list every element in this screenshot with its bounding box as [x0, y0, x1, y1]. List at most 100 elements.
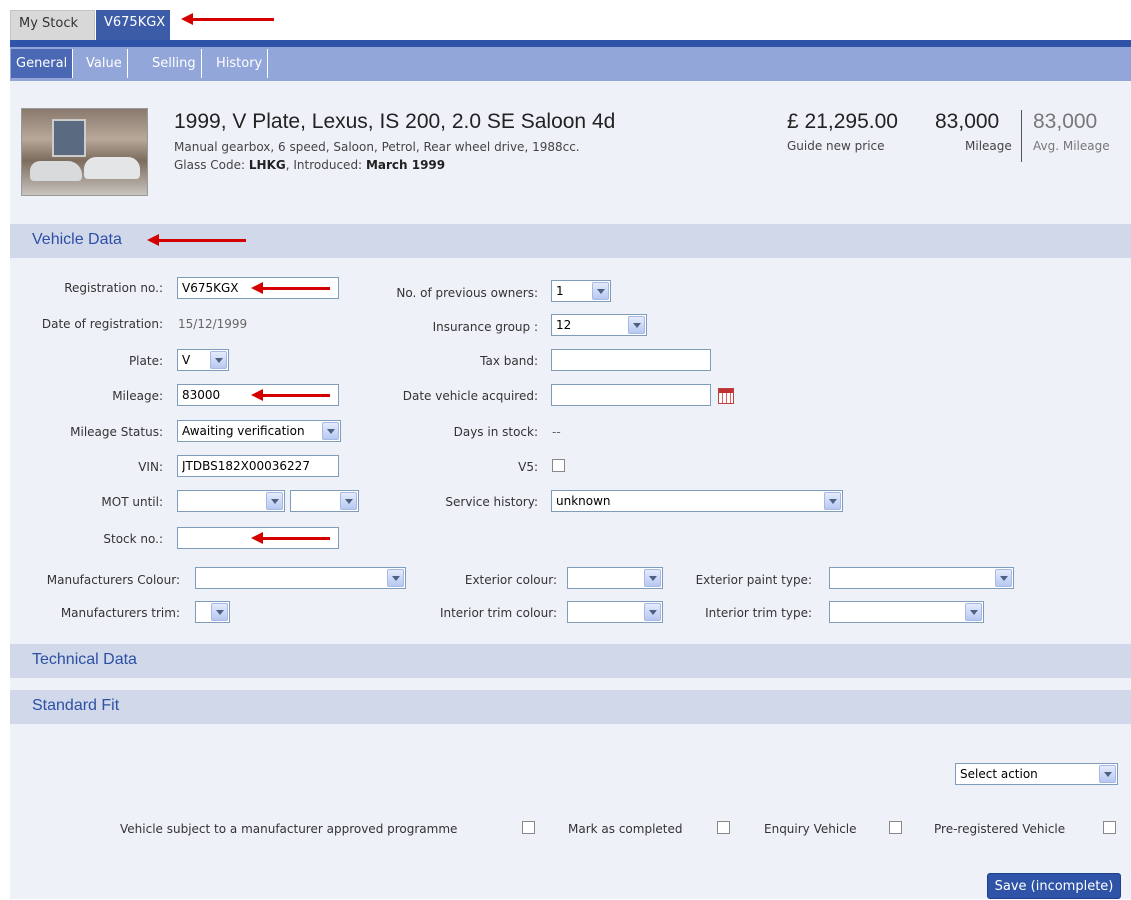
- insurance-label: Insurance group :: [432, 320, 538, 334]
- int-trim-type-select[interactable]: [829, 601, 984, 623]
- mileage-status-select[interactable]: Awaiting verification: [177, 420, 341, 442]
- annotation-arrow: [251, 282, 330, 294]
- v5-checkbox[interactable]: [552, 459, 565, 472]
- enquiry-vehicle-label: Enquiry Vehicle: [764, 822, 857, 836]
- introduced-label: , Introduced:: [285, 158, 363, 172]
- section-standard-fit[interactable]: Standard Fit: [10, 690, 1131, 724]
- date-registration-label: Date of registration:: [41, 317, 163, 331]
- avg-mileage-value: 83,000: [1033, 110, 1098, 133]
- insurance-value: 12: [556, 318, 572, 332]
- insurance-select[interactable]: 12: [551, 314, 647, 336]
- avg-mileage-label: Avg. Mileage: [1033, 139, 1110, 153]
- chevron-down-icon: [266, 492, 283, 510]
- glass-code-line: Glass Code: LHKG, Introduced: March 1999: [174, 158, 445, 172]
- mark-completed-checkbox[interactable]: [717, 821, 730, 834]
- tax-band-input[interactable]: [551, 349, 711, 371]
- prev-owners-label: No. of previous owners:: [396, 286, 538, 300]
- mileage-status-value: Awaiting verification: [182, 424, 305, 438]
- section-technical-data[interactable]: Technical Data: [10, 644, 1131, 678]
- chevron-down-icon: [824, 492, 841, 510]
- subtab-history[interactable]: History: [211, 49, 269, 78]
- date-registration-value: 15/12/1999: [178, 317, 248, 331]
- chevron-down-icon: [644, 603, 661, 621]
- subtab-selling[interactable]: Selling: [147, 49, 202, 78]
- vehicle-photo: [21, 108, 148, 196]
- ext-paint-label: Exterior paint type:: [695, 573, 812, 587]
- mark-completed-label: Mark as completed: [568, 822, 683, 836]
- chevron-down-icon: [387, 569, 404, 587]
- annotation-arrow: [251, 389, 330, 401]
- section-title: Vehicle Data: [32, 231, 122, 248]
- days-stock-value: --: [552, 425, 561, 439]
- subtab-general[interactable]: General: [11, 49, 74, 78]
- chevron-down-icon: [340, 492, 357, 510]
- int-trim-type-label: Interior trim type:: [705, 606, 812, 620]
- ext-colour-select[interactable]: [567, 567, 663, 589]
- tax-band-label: Tax band:: [480, 354, 538, 368]
- int-trim-colour-select[interactable]: [567, 601, 663, 623]
- prev-owners-value: 1: [556, 284, 564, 298]
- service-history-value: unknown: [556, 494, 611, 508]
- select-action-dropdown[interactable]: Select action: [955, 763, 1118, 785]
- top-bar: [10, 40, 1131, 47]
- int-trim-colour-label: Interior trim colour:: [439, 606, 557, 620]
- annotation-arrow: [251, 532, 330, 544]
- chevron-down-icon: [592, 282, 609, 300]
- annotation-arrow: [147, 234, 246, 246]
- guide-price: £ 21,295.00: [787, 110, 898, 133]
- tab-vehicle[interactable]: V675KGX: [96, 10, 170, 40]
- section-title: Standard Fit: [32, 697, 120, 714]
- vin-label: VIN:: [138, 460, 163, 474]
- mot-year-select[interactable]: [290, 490, 359, 512]
- mileage-status-label: Mileage Status:: [70, 425, 163, 439]
- v5-label: V5:: [518, 460, 538, 474]
- save-button[interactable]: Save (incomplete): [987, 873, 1121, 899]
- plate-value: V: [182, 353, 191, 367]
- chevron-down-icon: [210, 351, 227, 369]
- vehicle-description: Manual gearbox, 6 speed, Saloon, Petrol,…: [174, 140, 580, 154]
- chevron-down-icon: [628, 316, 645, 334]
- service-history-select[interactable]: unknown: [551, 490, 843, 512]
- tab-my-stock[interactable]: My Stock: [10, 10, 95, 40]
- vin-input[interactable]: [177, 455, 339, 477]
- ext-paint-select[interactable]: [829, 567, 1014, 589]
- registration-label: Registration no.:: [64, 281, 163, 295]
- annotation-arrow: [181, 13, 274, 25]
- days-stock-label: Days in stock:: [453, 425, 538, 439]
- date-acquired-input[interactable]: [551, 384, 711, 406]
- mot-month-select[interactable]: [177, 490, 285, 512]
- divider: [1021, 110, 1022, 162]
- vehicle-title: 1999, V Plate, Lexus, IS 200, 2.0 SE Sal…: [174, 110, 616, 133]
- calendar-icon[interactable]: [718, 388, 734, 404]
- chevron-down-icon: [322, 422, 339, 440]
- introduced-date: March 1999: [365, 158, 446, 172]
- approved-programme-checkbox[interactable]: [522, 821, 535, 834]
- glass-code: LHKG: [248, 158, 286, 172]
- guide-price-label: Guide new price: [787, 139, 885, 153]
- mot-label: MOT until:: [101, 495, 163, 509]
- mfr-trim-select[interactable]: [195, 601, 230, 623]
- pre-registered-label: Pre-registered Vehicle: [934, 822, 1066, 836]
- chevron-down-icon: [1099, 765, 1116, 783]
- chevron-down-icon: [965, 603, 982, 621]
- mfr-colour-select[interactable]: [195, 567, 406, 589]
- mileage-label: Mileage: [965, 139, 1012, 153]
- ext-colour-label: Exterior colour:: [464, 573, 557, 587]
- pre-registered-checkbox[interactable]: [1103, 821, 1116, 834]
- chevron-down-icon: [211, 603, 228, 621]
- plate-select[interactable]: V: [177, 349, 229, 371]
- plate-label: Plate:: [128, 354, 163, 368]
- service-history-label: Service history:: [445, 495, 538, 509]
- approved-programme-label: Vehicle subject to a manufacturer approv…: [120, 822, 458, 836]
- chevron-down-icon: [644, 569, 661, 587]
- mileage-field-label: Mileage:: [112, 389, 163, 403]
- enquiry-vehicle-checkbox[interactable]: [889, 821, 902, 834]
- subtab-value[interactable]: Value: [81, 49, 128, 78]
- mfr-colour-label: Manufacturers Colour:: [46, 573, 180, 587]
- glass-code-label: Glass Code:: [174, 158, 246, 172]
- select-action-value: Select action: [960, 767, 1038, 781]
- section-title: Technical Data: [32, 651, 137, 668]
- stock-no-label: Stock no.:: [103, 532, 163, 546]
- mileage-value: 83,000: [935, 110, 1000, 133]
- prev-owners-select[interactable]: 1: [551, 280, 611, 302]
